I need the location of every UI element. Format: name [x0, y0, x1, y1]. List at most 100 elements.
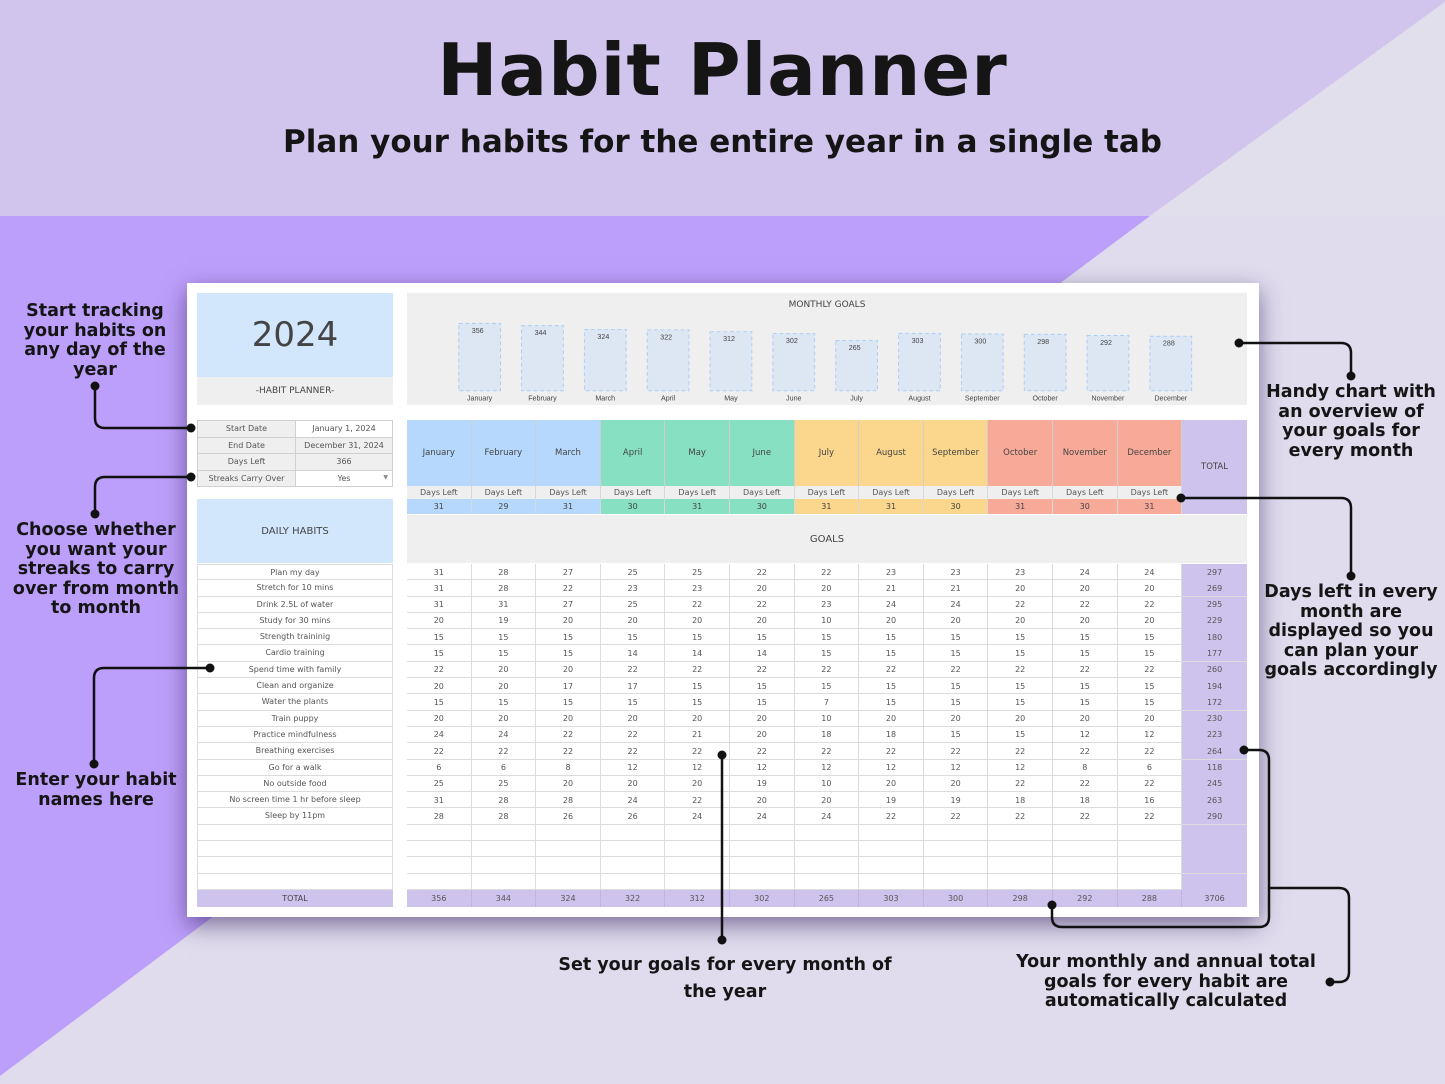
- goal-cell[interactable]: 22: [407, 743, 472, 760]
- goal-cell[interactable]: 20: [859, 612, 924, 629]
- goal-cell[interactable]: 23: [924, 564, 989, 580]
- goal-cell[interactable]: 21: [924, 580, 989, 597]
- goal-cell[interactable]: 19: [924, 792, 989, 809]
- goal-cell[interactable]: [730, 824, 795, 841]
- goal-cell[interactable]: [472, 841, 537, 858]
- goal-cell[interactable]: 15: [988, 645, 1053, 662]
- goal-cell[interactable]: 22: [924, 661, 989, 678]
- goal-cell[interactable]: 20: [665, 710, 730, 727]
- goal-cell[interactable]: 23: [795, 596, 860, 613]
- goal-cell[interactable]: 15: [472, 694, 537, 711]
- goal-cell[interactable]: [730, 841, 795, 858]
- goal-cell[interactable]: 18: [859, 726, 924, 743]
- goal-cell[interactable]: 20: [472, 661, 537, 678]
- goal-cell[interactable]: 26: [536, 808, 601, 825]
- goal-cell[interactable]: 20: [730, 580, 795, 597]
- goal-cell[interactable]: 23: [859, 564, 924, 580]
- goal-cell[interactable]: [472, 857, 537, 874]
- goal-cell[interactable]: 22: [859, 743, 924, 760]
- goal-cell[interactable]: 23: [988, 564, 1053, 580]
- habit-name-cell[interactable]: [197, 824, 393, 842]
- goal-cell[interactable]: 23: [601, 580, 666, 597]
- goal-cell[interactable]: 22: [924, 743, 989, 760]
- goal-cell[interactable]: 22: [988, 808, 1053, 825]
- goal-cell[interactable]: 15: [536, 694, 601, 711]
- goal-cell[interactable]: 6: [1118, 759, 1183, 776]
- goal-cell[interactable]: 22: [1118, 743, 1183, 760]
- goal-cell[interactable]: 24: [407, 726, 472, 743]
- goal-cell[interactable]: 12: [730, 759, 795, 776]
- goal-cell[interactable]: 22: [536, 743, 601, 760]
- goal-cell[interactable]: [536, 857, 601, 874]
- goal-cell[interactable]: 15: [665, 694, 730, 711]
- goal-cell[interactable]: 24: [472, 726, 537, 743]
- goal-cell[interactable]: 25: [601, 596, 666, 613]
- start-date-input[interactable]: January 1, 2024: [295, 420, 393, 438]
- goal-cell[interactable]: 21: [859, 580, 924, 597]
- goal-cell[interactable]: 20: [859, 710, 924, 727]
- habit-name-cell[interactable]: Plan my day: [197, 564, 393, 581]
- goal-cell[interactable]: [795, 873, 860, 890]
- goal-cell[interactable]: [1053, 873, 1118, 890]
- goal-cell[interactable]: 6: [472, 759, 537, 776]
- goal-cell[interactable]: [536, 873, 601, 890]
- goal-cell[interactable]: 20: [859, 775, 924, 792]
- habit-name-cell[interactable]: Sleep by 11pm: [197, 808, 393, 825]
- goal-cell[interactable]: 20: [536, 775, 601, 792]
- goal-cell[interactable]: [859, 841, 924, 858]
- goal-cell[interactable]: 20: [924, 710, 989, 727]
- goal-cell[interactable]: 19: [859, 792, 924, 809]
- goal-cell[interactable]: 22: [859, 808, 924, 825]
- goal-cell[interactable]: 18: [795, 726, 860, 743]
- habit-name-cell[interactable]: Strength traininig: [197, 629, 393, 646]
- goal-cell[interactable]: 20: [1053, 710, 1118, 727]
- goal-cell[interactable]: [924, 824, 989, 841]
- goal-cell[interactable]: [988, 841, 1053, 858]
- goal-cell[interactable]: 15: [924, 726, 989, 743]
- goal-cell[interactable]: [1118, 841, 1183, 858]
- goal-cell[interactable]: 20: [601, 710, 666, 727]
- goal-cell[interactable]: 10: [795, 775, 860, 792]
- goal-cell[interactable]: 20: [407, 612, 472, 629]
- goal-cell[interactable]: 22: [1053, 596, 1118, 613]
- goal-cell[interactable]: 6: [407, 759, 472, 776]
- goal-cell[interactable]: 17: [536, 678, 601, 695]
- goal-cell[interactable]: [1053, 857, 1118, 874]
- goal-cell[interactable]: 15: [1053, 694, 1118, 711]
- goal-cell[interactable]: 20: [1118, 580, 1183, 597]
- goal-cell[interactable]: 15: [988, 629, 1053, 646]
- goal-cell[interactable]: 22: [601, 743, 666, 760]
- goal-cell[interactable]: 10: [795, 710, 860, 727]
- goal-cell[interactable]: [472, 824, 537, 841]
- goal-cell[interactable]: 15: [924, 629, 989, 646]
- goal-cell[interactable]: 15: [536, 629, 601, 646]
- goal-cell[interactable]: 31: [407, 792, 472, 809]
- goal-cell[interactable]: 14: [665, 645, 730, 662]
- goal-cell[interactable]: 15: [859, 678, 924, 695]
- goal-cell[interactable]: [730, 857, 795, 874]
- goal-cell[interactable]: [536, 824, 601, 841]
- habit-name-cell[interactable]: Breathing exercises: [197, 743, 393, 760]
- goal-cell[interactable]: 15: [859, 629, 924, 646]
- goal-cell[interactable]: 20: [1118, 710, 1183, 727]
- goal-cell[interactable]: 15: [1053, 629, 1118, 646]
- streaks-dropdown[interactable]: Yes ▼: [295, 469, 393, 487]
- goal-cell[interactable]: [665, 873, 730, 890]
- habit-name-cell[interactable]: [197, 841, 393, 858]
- habit-name-cell[interactable]: Practice mindfulness: [197, 726, 393, 744]
- goal-cell[interactable]: 22: [795, 564, 860, 580]
- goal-cell[interactable]: 15: [601, 629, 666, 646]
- goal-cell[interactable]: 31: [407, 596, 472, 613]
- goal-cell[interactable]: 24: [730, 808, 795, 825]
- goal-cell[interactable]: 20: [730, 612, 795, 629]
- goal-cell[interactable]: 15: [924, 645, 989, 662]
- goal-cell[interactable]: 24: [859, 596, 924, 613]
- goal-cell[interactable]: 22: [730, 564, 795, 580]
- goal-cell[interactable]: [407, 824, 472, 841]
- goal-cell[interactable]: 22: [665, 743, 730, 760]
- goal-cell[interactable]: 20: [1053, 612, 1118, 629]
- goal-cell[interactable]: 31: [407, 564, 472, 580]
- goal-cell[interactable]: 15: [795, 629, 860, 646]
- goal-cell[interactable]: 15: [924, 678, 989, 695]
- goal-cell[interactable]: 26: [601, 808, 666, 825]
